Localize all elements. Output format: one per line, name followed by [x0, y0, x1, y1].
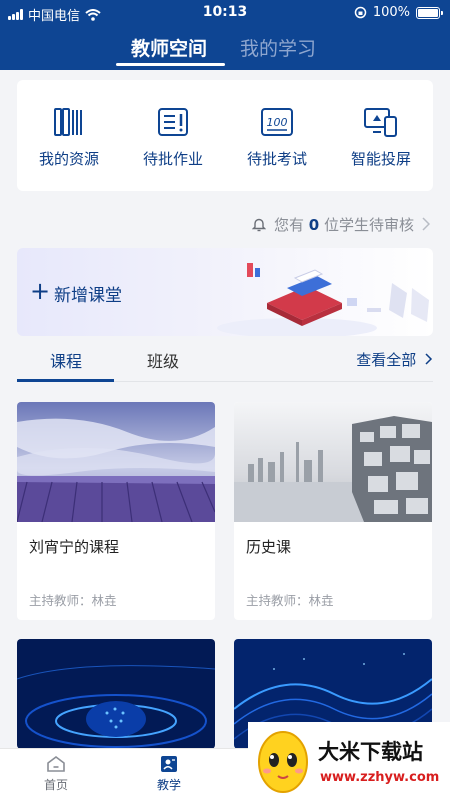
quick-actions-card: 我的资源 待批作业 100 待批考试 智能投屏: [17, 80, 433, 191]
pending-students-notice[interactable]: 您有 0 位学生待审核: [251, 213, 430, 235]
course-card[interactable]: 刘宵宁的课程 主持教师：林垚: [17, 402, 215, 620]
svg-text:100: 100: [267, 116, 288, 129]
notice-prefix: 您有: [273, 215, 304, 234]
battery-fill: [418, 8, 438, 17]
books-icon: [54, 108, 82, 136]
watermark-url: www.zzhyw.com: [320, 770, 440, 785]
add-classroom-banner[interactable]: + 新增课堂: [17, 248, 433, 336]
quick-action-my-resources[interactable]: 我的资源: [17, 80, 121, 191]
app-header: 中国电信 10:13 100% 教师空间 我的学习: [0, 0, 450, 70]
download-site-watermark: 大米下载站 www.zzhyw.com: [248, 722, 450, 800]
course-cover-lavender: [17, 402, 215, 522]
tab-classes[interactable]: 班级: [147, 348, 179, 372]
course-title: 历史课: [246, 538, 292, 556]
quick-action-pending-exam[interactable]: 100 待批考试: [225, 80, 329, 191]
battery-icon: [416, 6, 443, 19]
status-bar: 中国电信 10:13 100%: [0, 0, 450, 26]
quick-action-smart-cast[interactable]: 智能投屏: [329, 80, 433, 191]
status-right: 100%: [354, 5, 443, 20]
watermark-title: 大米下载站: [318, 740, 423, 764]
plus-icon: +: [30, 277, 51, 305]
course-card[interactable]: 历史课 主持教师：林垚: [234, 402, 432, 620]
top-tabs: 教师空间 我的学习: [0, 30, 450, 70]
course-cover-city: [234, 402, 432, 522]
tab-courses[interactable]: 课程: [50, 348, 82, 372]
course-card[interactable]: [17, 639, 215, 749]
battery-percent: 100%: [372, 5, 410, 20]
screen-cast-icon: [364, 108, 397, 137]
nav-home-label: 首页: [43, 778, 68, 792]
bell-icon: [251, 218, 266, 231]
chevron-right-icon: [422, 217, 430, 231]
quick-action-label: 我的资源: [38, 150, 99, 168]
section-tab-indicator: [17, 379, 114, 382]
exam-icon: 100: [261, 108, 293, 136]
tab-teacher-space[interactable]: 教师空间: [131, 34, 207, 61]
orientation-lock-icon: [354, 6, 367, 19]
nav-teaching[interactable]: 教学: [139, 755, 199, 793]
nav-teaching-label: 教学: [156, 778, 181, 792]
course-teacher: 主持教师：林垚: [246, 593, 334, 608]
teaching-icon: [161, 756, 177, 772]
view-all-link[interactable]: 查看全部: [356, 349, 433, 370]
quick-action-label: 待批作业: [142, 150, 203, 168]
course-title: 刘宵宁的课程: [29, 538, 120, 556]
tab-my-learning[interactable]: 我的学习: [240, 34, 316, 61]
quick-action-label: 待批考试: [246, 150, 307, 168]
home-icon: [47, 756, 65, 772]
add-classroom-label: 新增课堂: [54, 286, 122, 306]
view-all-label: 查看全部: [356, 351, 417, 369]
notice-suffix: 位学生待审核: [323, 215, 414, 234]
nav-home[interactable]: 首页: [26, 755, 86, 793]
quick-action-pending-homework[interactable]: 待批作业: [121, 80, 225, 191]
homework-icon: [158, 108, 188, 136]
active-tab-indicator: [116, 63, 225, 66]
notice-count: 0: [308, 215, 320, 234]
chevron-right-icon: [425, 353, 433, 365]
notice-text: 您有 0 位学生待审核: [274, 214, 414, 235]
course-teacher: 主持教师：林垚: [29, 593, 117, 608]
classroom-illustration: [217, 263, 429, 336]
section-tabs: 课程 班级 查看全部: [17, 336, 433, 382]
quick-action-label: 智能投屏: [350, 150, 411, 168]
egg-mascot-logo: [258, 731, 308, 793]
course-cover-tech-globe: [17, 639, 215, 749]
